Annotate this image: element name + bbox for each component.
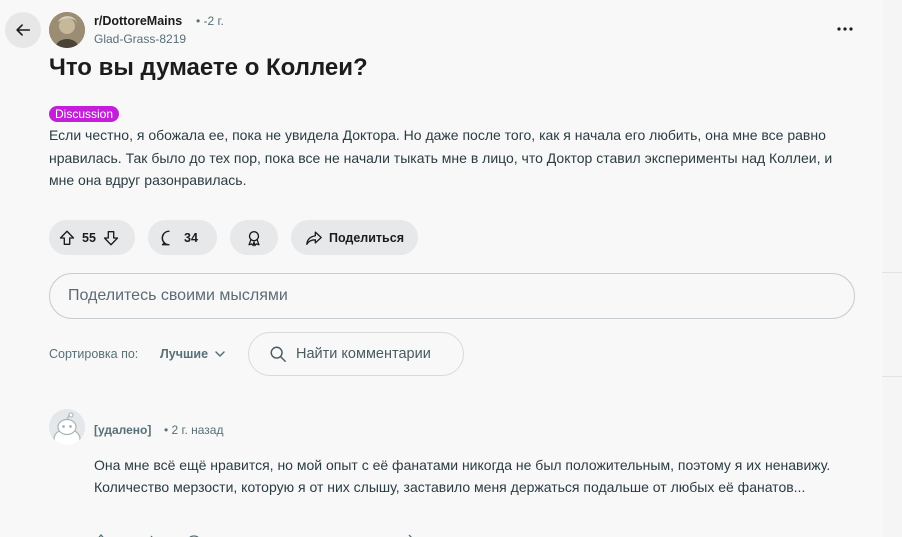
award-button[interactable] xyxy=(230,220,278,255)
upvote-arrow-icon xyxy=(59,230,75,245)
post-title: Что вы думаете о Коллеи? xyxy=(49,54,368,81)
right-sidebar xyxy=(882,0,902,537)
vote-count: 55 xyxy=(82,230,96,245)
comment-author: [удалено] xyxy=(94,423,152,437)
upvote-button[interactable] xyxy=(58,229,76,247)
share-label: Поделиться xyxy=(328,230,404,245)
downvote-button[interactable] xyxy=(102,229,120,247)
share-button[interactable]: Поделиться xyxy=(291,220,418,255)
chevron-down-icon xyxy=(215,351,225,357)
search-icon xyxy=(270,346,286,362)
subreddit-avatar[interactable] xyxy=(49,12,85,48)
comment-avatar xyxy=(49,409,85,445)
post-body: Если честно, я обожала ее, пока не увиде… xyxy=(49,127,833,188)
share-arrow-icon xyxy=(306,230,322,245)
subreddit-name[interactable]: r/DottoreMains xyxy=(94,14,182,28)
sort-dropdown[interactable]: Лучшие xyxy=(160,347,226,361)
sort-value: Лучшие xyxy=(160,347,209,361)
sort-label: Сортировка по: xyxy=(49,347,139,361)
post-page: r/DottoreMains • -2 г. Glad-Grass-8219 Ч… xyxy=(0,0,882,537)
comment-input-placeholder: Поделитесь своими мыслями xyxy=(68,287,288,304)
more-options-button[interactable] xyxy=(832,19,858,39)
post-author[interactable]: Glad-Grass-8219 xyxy=(94,32,186,46)
comment-input[interactable]: Поделитесь своими мыслями xyxy=(49,273,855,319)
comment-actions xyxy=(94,530,424,537)
deleted-user-avatar-icon xyxy=(49,409,85,445)
comments-count: 34 xyxy=(184,230,198,245)
post-flair[interactable]: Discussion xyxy=(49,106,120,122)
comment-time: • 2 г. назад xyxy=(164,423,224,437)
more-horizontal-icon xyxy=(837,27,853,31)
award-icon xyxy=(248,230,260,246)
vote-group: 55 xyxy=(49,220,135,255)
post-actions: 55 34 Поделиться xyxy=(49,220,418,255)
comments-button[interactable]: 34 xyxy=(148,220,217,255)
arrow-left-icon xyxy=(16,24,31,36)
post-age: • -2 г. xyxy=(196,14,224,28)
downvote-arrow-icon xyxy=(103,230,119,245)
search-comments-label: Найти комментарии xyxy=(296,346,431,362)
speech-bubble-icon xyxy=(161,230,170,245)
back-button[interactable] xyxy=(5,12,41,48)
comment-text: Она мне всё ещё нравится, но мой опыт с … xyxy=(94,457,831,495)
search-comments-button[interactable]: Найти комментарии xyxy=(248,332,464,376)
